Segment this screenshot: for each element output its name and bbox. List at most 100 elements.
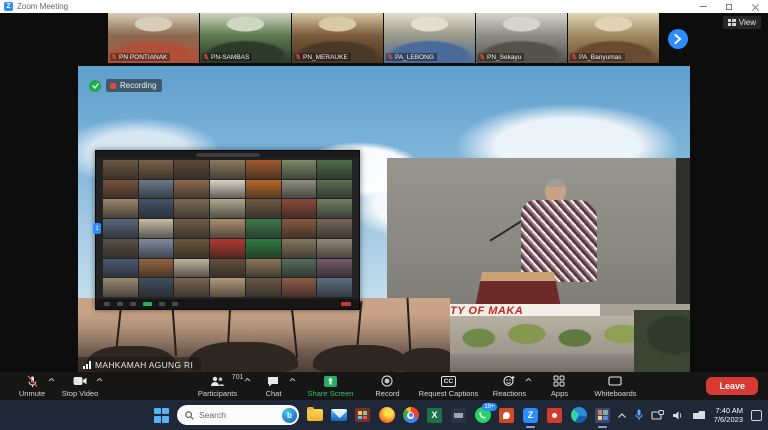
- request-captions-button[interactable]: CC Request Captions: [415, 372, 481, 400]
- photos-app-button[interactable]: [594, 407, 611, 424]
- minimize-button[interactable]: [690, 0, 716, 13]
- reactions-chevron[interactable]: [525, 377, 532, 382]
- gallery-tile: [317, 259, 352, 278]
- city-street-scene: TY OF MAKA: [450, 304, 690, 372]
- whiteboards-label: Whiteboards: [594, 389, 636, 398]
- encryption-shield-icon: [89, 80, 101, 92]
- muted-mic-icon: [295, 53, 301, 61]
- filmstrip-thumbnail[interactable]: PN_MERAUKE: [292, 13, 383, 63]
- windows-logo-icon: [154, 408, 169, 423]
- store-icon: [355, 408, 370, 422]
- gallery-tile: [103, 199, 138, 218]
- gallery-tile: [174, 278, 209, 297]
- muted-mic-icon: [111, 53, 117, 61]
- gallery-tile: [246, 180, 281, 199]
- recording-pill[interactable]: Recording: [106, 79, 162, 92]
- gallery-tile: [103, 239, 138, 258]
- chrome-button[interactable]: [402, 407, 419, 424]
- gallery-tile: [139, 160, 174, 179]
- shared-zoom-gallery-window: 1: [95, 150, 360, 310]
- clock-date: 7/6/2023: [714, 415, 743, 424]
- orange-app-button[interactable]: [498, 407, 515, 424]
- record-icon: [381, 375, 393, 388]
- mail-button[interactable]: [330, 407, 347, 424]
- gallery-tile: [282, 199, 317, 218]
- chat-button[interactable]: Chat: [251, 372, 295, 400]
- unread-badge: 1: [93, 223, 101, 234]
- reactions-button[interactable]: Reactions: [487, 372, 531, 400]
- next-page-button[interactable]: [668, 29, 688, 49]
- gallery-tile: [103, 160, 138, 179]
- participants-button[interactable]: 701 Participants: [189, 372, 245, 400]
- taskbar-clock[interactable]: 7:40 AM 7/6/2023: [714, 406, 743, 424]
- gallery-tile: [282, 259, 317, 278]
- gallery-tile: [103, 180, 138, 199]
- shared-window-title-pill: [196, 153, 260, 157]
- unmute-button[interactable]: Unmute: [10, 372, 54, 400]
- excel-icon: X: [427, 408, 442, 423]
- store-button[interactable]: [354, 407, 371, 424]
- view-button[interactable]: View: [723, 16, 761, 29]
- muted-mic-icon: [479, 53, 485, 61]
- gallery-tile: [174, 180, 209, 199]
- leave-button[interactable]: Leave: [706, 377, 758, 395]
- gallery-tile: [174, 219, 209, 238]
- dark-app-button[interactable]: [450, 407, 467, 424]
- chat-chevron[interactable]: [289, 377, 296, 382]
- shared-leave-button: [341, 302, 351, 306]
- filmstrip-thumbnail[interactable]: PA_LEBONG: [384, 13, 475, 63]
- close-button[interactable]: [742, 0, 768, 13]
- filmstrip-thumbnail[interactable]: PN_Sekayu: [476, 13, 567, 63]
- filmstrip-thumbnail[interactable]: PN-SAMBAS: [200, 13, 291, 63]
- excel-button[interactable]: X: [426, 407, 443, 424]
- whiteboards-button[interactable]: Whiteboards: [587, 372, 643, 400]
- gallery-tile: [139, 259, 174, 278]
- minimize-icon: [700, 6, 707, 7]
- thumbnail-name-tag: PN_MERAUKE: [294, 53, 351, 61]
- shared-window-toolbar: [96, 299, 359, 309]
- stop-video-chevron[interactable]: [96, 377, 103, 382]
- zoom-app-button[interactable]: Z: [522, 407, 539, 424]
- gallery-tile: [139, 239, 174, 258]
- dark-app-icon: [451, 408, 466, 423]
- file-explorer-button[interactable]: [306, 407, 323, 424]
- record-button[interactable]: Record: [365, 372, 409, 400]
- tray-microphone-icon[interactable]: [635, 409, 643, 421]
- notification-center-icon[interactable]: [751, 410, 762, 421]
- search-icon: [185, 411, 194, 420]
- thumbnail-name-tag: PA_Banyumas: [570, 53, 625, 61]
- thumbnail-participant-name: PN PONTIANAK: [119, 54, 167, 61]
- whatsapp-button[interactable]: 19+: [474, 407, 491, 424]
- filmstrip-thumbnail[interactable]: PA_Banyumas: [568, 13, 659, 63]
- gallery-tile: [210, 259, 245, 278]
- gallery-tile: [282, 219, 317, 238]
- apps-icon: [553, 375, 565, 388]
- apps-button[interactable]: Apps: [537, 372, 581, 400]
- shared-gallery-grid: [103, 160, 352, 297]
- gallery-tile: [210, 199, 245, 218]
- taskbar-search[interactable]: Search b: [177, 405, 299, 425]
- participants-chevron[interactable]: [244, 377, 251, 382]
- stop-video-button[interactable]: Stop Video: [58, 372, 102, 400]
- gallery-tile: [174, 199, 209, 218]
- tray-network-icon[interactable]: [651, 410, 664, 421]
- gallery-tile: [103, 219, 138, 238]
- edge-button[interactable]: [570, 407, 587, 424]
- gallery-tile: [317, 180, 352, 199]
- firefox-button[interactable]: [378, 407, 395, 424]
- chrome-icon: [403, 407, 419, 423]
- thumbnail-name-tag: PN_Sekayu: [478, 53, 524, 61]
- start-button[interactable]: [153, 407, 170, 424]
- filmstrip-thumbnail[interactable]: PN PONTIANAK: [108, 13, 199, 63]
- tray-overflow-chevron[interactable]: [617, 412, 627, 419]
- gallery-view-icon: [728, 19, 736, 26]
- tray-bandicam-icon[interactable]: [692, 410, 706, 420]
- recording-indicator: Recording: [89, 79, 162, 92]
- gallery-tile: [210, 180, 245, 199]
- unmute-label: Unmute: [19, 389, 45, 398]
- share-screen-button[interactable]: Share Screen: [301, 372, 359, 400]
- tray-volume-icon[interactable]: [672, 410, 684, 421]
- maximize-button[interactable]: [716, 0, 742, 13]
- unmute-chevron[interactable]: [48, 377, 55, 382]
- red-app-button[interactable]: [546, 407, 563, 424]
